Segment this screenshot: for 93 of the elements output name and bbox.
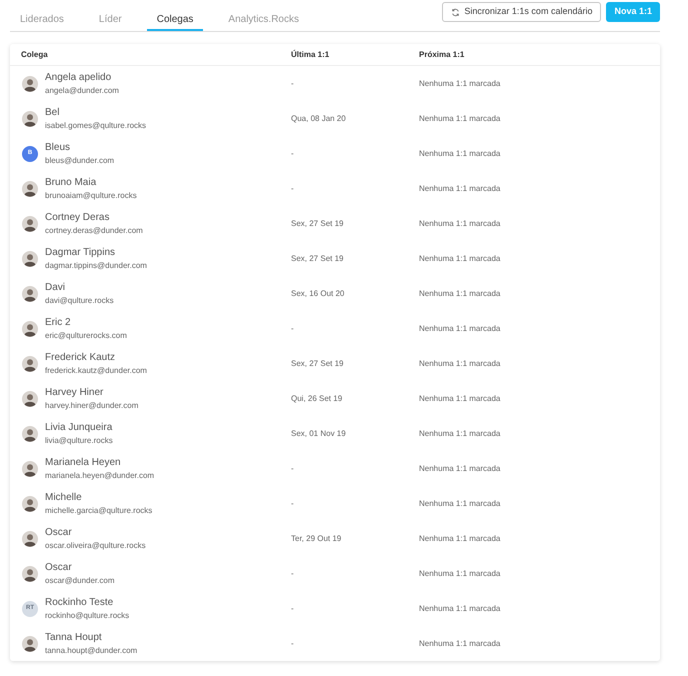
table-cell: Nenhuma 1:1 marcada (419, 112, 500, 124)
table-cell-text: - (291, 638, 295, 650)
table-cell-text: - (291, 182, 295, 194)
table-cell-text: Sex, 16 Out 20 (291, 288, 346, 300)
tab[interactable]: Liderados (10, 9, 74, 31)
colleague-name: Dagmar Tippins (45, 246, 116, 258)
table-cell: Nenhuma 1:1 marcada (419, 288, 500, 300)
colleague-email: tanna.houpt@dunder.com (45, 644, 138, 656)
avatar-icon (22, 390, 38, 406)
colleague-name: Angela apelido (45, 70, 112, 84)
table-cell-text: Sex, 27 Set 19 (291, 358, 344, 370)
colleague-email: rockinho@qulture.rocks (45, 610, 130, 622)
avatar-icon (22, 636, 38, 652)
table-cell: Nenhuma 1:1 marcada (419, 182, 500, 194)
table-cell-text: - (291, 148, 295, 160)
colleague-email: michelle.garcia@qulture.rocks (45, 504, 152, 516)
colleague-name: Bel (45, 106, 60, 118)
table-cell: Nenhuma 1:1 marcada (419, 462, 500, 474)
colleague-email: eric@qulturerocks.com (45, 330, 127, 342)
avatar-icon (22, 286, 38, 302)
avatar-icon (22, 460, 38, 476)
table-cell: Nenhuma 1:1 marcada (419, 532, 500, 544)
colleague-name: Eric 2 (45, 316, 72, 328)
sync-button[interactable]: Sincronizar 1:1s com calendário (442, 2, 602, 22)
colleague-email: harvey.hiner@dunder.com (45, 400, 138, 412)
avatar-icon (22, 110, 38, 126)
colleague-email: isabel.gomes@qulture.rocks (45, 120, 146, 132)
avatar-icon (22, 426, 38, 442)
colleague-name: Bleus (45, 140, 72, 154)
avatar-icon (22, 216, 38, 232)
colleague-name: Marianela Heyen (45, 456, 122, 468)
colleague-name: Rockinho Teste (45, 596, 114, 608)
column-header: Última 1:1 (291, 48, 330, 60)
colleague-email: livia@qulture.rocks (45, 434, 113, 446)
colleague-name: Oscar (45, 560, 73, 574)
table-cell: Nenhuma 1:1 marcada (419, 358, 500, 370)
table-cell-text: - (291, 568, 295, 580)
colleague-email: angela@dunder.com (45, 84, 119, 96)
refresh-icon (451, 8, 460, 16)
table-cell-text: Qua, 08 Jan 20 (291, 112, 347, 124)
colleague-email: davi@qulture.rocks (45, 294, 114, 306)
avatar-icon (22, 530, 38, 546)
table-cell: Nenhuma 1:1 marcada (419, 498, 500, 510)
avatar-icon (22, 180, 38, 196)
avatar-icon (22, 250, 38, 266)
colleague-email: brunoaiam@qulture.rocks (45, 190, 137, 202)
tab[interactable]: Analytics.Rocks (218, 9, 309, 31)
table-cell-text: Sex, 01 Nov 19 (291, 428, 347, 440)
avatar-icon (22, 356, 38, 372)
avatar-icon (22, 76, 38, 92)
table-cell: Nenhuma 1:1 marcada (419, 78, 500, 90)
colleague-name: Davi (45, 280, 66, 294)
colleague-name: Bruno Maia (45, 176, 98, 188)
table-cell-text: - (291, 322, 295, 334)
table-cell-text: - (291, 462, 295, 474)
table-cell: Nenhuma 1:1 marcada (419, 218, 500, 230)
new-button[interactable]: Nova 1:1 (606, 2, 660, 22)
colleague-email: cortney.deras@dunder.com (45, 224, 143, 236)
table-cell: Nenhuma 1:1 marcada (419, 602, 500, 614)
avatar-icon (22, 566, 38, 582)
table-cell: Nenhuma 1:1 marcada (419, 148, 500, 160)
table-cell-text: Sex, 27 Set 19 (291, 252, 344, 264)
colleague-email: marianela.heyen@dunder.com (45, 470, 154, 482)
table-cell-text: Qui, 26 Set 19 (291, 392, 344, 404)
column-header: Colega (20, 48, 49, 60)
tab[interactable]: Líder (88, 9, 132, 31)
colleague-name: Cortney Deras (45, 210, 110, 224)
table-cell-text: - (291, 602, 295, 614)
table-cell: Nenhuma 1:1 marcada (419, 322, 500, 334)
column-header: Próxima 1:1 (419, 48, 464, 60)
colleague-email: oscar.oliveira@qulture.rocks (45, 540, 146, 552)
avatar-icon (22, 320, 38, 336)
table-cell-text: - (291, 78, 295, 90)
table-cell-text: Ter, 29 Out 19 (291, 532, 342, 544)
colleague-email: oscar@dunder.com (45, 574, 114, 586)
table-cell: Nenhuma 1:1 marcada (419, 392, 500, 404)
colleague-email: dagmar.tippins@dunder.com (45, 260, 147, 272)
table-cell: Nenhuma 1:1 marcada (419, 638, 500, 650)
colleague-email: frederick.kautz@dunder.com (45, 364, 147, 376)
avatar-icon (22, 496, 38, 512)
colleague-name: Michelle (45, 490, 83, 504)
colleague-email: bleus@dunder.com (45, 154, 114, 166)
tab[interactable]: Colegas (146, 9, 204, 31)
colleague-name: Livia Junqueira (45, 420, 113, 434)
table-cell-text: - (291, 498, 295, 510)
table-cell: Nenhuma 1:1 marcada (419, 568, 500, 580)
table-cell: Nenhuma 1:1 marcada (419, 428, 500, 440)
colleague-name: Tanna Houpt (45, 630, 103, 644)
table-cell-text: Sex, 27 Set 19 (291, 218, 344, 230)
table-cell: Nenhuma 1:1 marcada (419, 252, 500, 264)
colleague-name: Harvey Hiner (45, 386, 104, 398)
colleague-name: Oscar (45, 526, 73, 538)
colleague-name: Frederick Kautz (45, 350, 116, 364)
